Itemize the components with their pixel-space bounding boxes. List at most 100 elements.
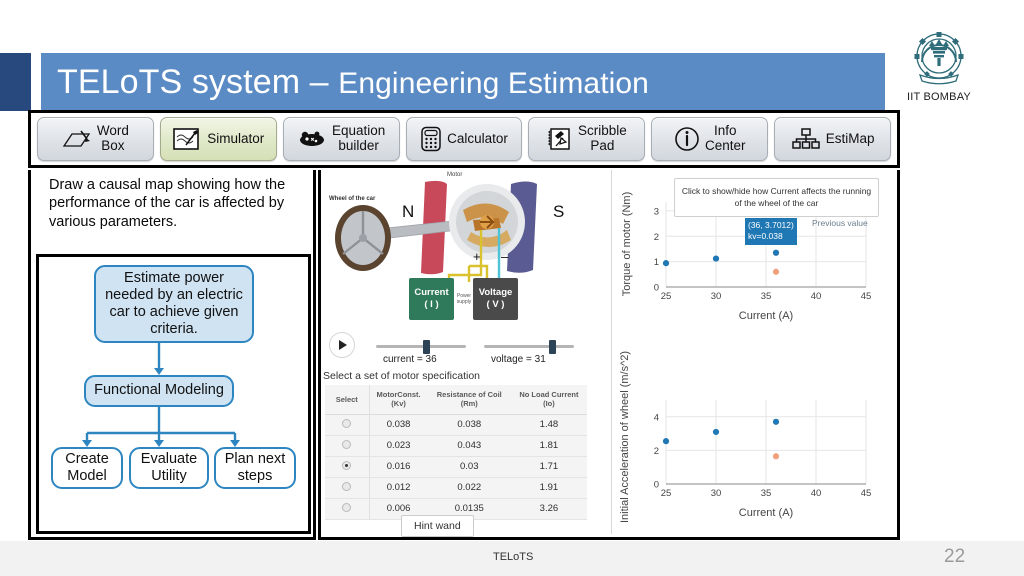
tool-button-calculator[interactable]: Calculator bbox=[405, 117, 523, 161]
tool-button-estimap[interactable]: EstiMap bbox=[774, 117, 892, 161]
tool-button-label: Info Center bbox=[704, 123, 746, 153]
tool-button-scribble-pad[interactable]: Scribble Pad bbox=[528, 117, 646, 161]
row-select-cell[interactable] bbox=[325, 414, 370, 436]
svg-text:Torque of motor (Nm): Torque of motor (Nm) bbox=[621, 192, 633, 297]
svg-text:0: 0 bbox=[654, 480, 659, 491]
svg-text:30: 30 bbox=[711, 291, 722, 302]
row-select-cell[interactable] bbox=[325, 498, 370, 520]
causal-map-canvas[interactable]: Estimate power needed by an electric car… bbox=[36, 254, 311, 534]
row-select-cell[interactable] bbox=[325, 456, 370, 478]
tool-button-label: Simulator bbox=[207, 130, 265, 146]
hint-wand-button[interactable]: Hint wand bbox=[401, 515, 474, 537]
svg-text:45: 45 bbox=[861, 488, 872, 499]
spec-radio[interactable] bbox=[342, 502, 352, 512]
spec-radio[interactable] bbox=[342, 418, 352, 428]
current-slider-track bbox=[376, 345, 466, 348]
cell-rm: 0.043 bbox=[427, 435, 511, 457]
spec-radio[interactable] bbox=[342, 439, 352, 449]
simulator-slider-controls: current = 36 voltage = 31 bbox=[321, 330, 611, 372]
title-bar: TELoTS system – Engineering Estimation bbox=[41, 53, 885, 111]
current-slider-knob[interactable] bbox=[422, 340, 430, 354]
voltage-slider[interactable] bbox=[484, 340, 574, 354]
svg-text:2: 2 bbox=[654, 446, 659, 457]
pole-south-label: S bbox=[553, 202, 565, 221]
cell-kv: 0.012 bbox=[369, 477, 428, 499]
current-source-title: Current bbox=[414, 287, 449, 299]
cell-kv: 0.038 bbox=[369, 414, 428, 436]
current-slider[interactable] bbox=[376, 340, 466, 354]
iit-bombay-emblem-icon bbox=[914, 32, 964, 85]
table-row[interactable]: 0.012 0.022 1.91 bbox=[325, 477, 587, 499]
flow-node-evaluate-utility[interactable]: Evaluate Utility bbox=[129, 447, 209, 489]
tool-button-label: Equation builder bbox=[332, 123, 386, 153]
tool-button-equation-builder[interactable]: Equation builder bbox=[282, 117, 400, 161]
power-supply-label: Power supply bbox=[456, 293, 472, 305]
title-accent-block bbox=[0, 53, 31, 111]
wheel-label: Wheel of the car bbox=[329, 196, 376, 202]
svg-text:4: 4 bbox=[654, 412, 659, 423]
table-row[interactable]: 0.023 0.043 1.81 bbox=[325, 435, 587, 457]
simulator-icon bbox=[173, 128, 200, 150]
svg-text:0: 0 bbox=[654, 283, 659, 294]
acceleration-vs-current-chart: 25 30 35 40 45 0 2 4 Current (A) Initial Accelera… bbox=[619, 351, 872, 523]
page-title: TELoTS system – Engineering Estimation bbox=[41, 63, 649, 102]
calculator-icon bbox=[421, 126, 441, 152]
svg-text:30: 30 bbox=[711, 488, 722, 499]
spec-radio[interactable] bbox=[342, 481, 352, 491]
svg-text:Initial Acceleration of wheel: Initial Acceleration of wheel (m/s^2) bbox=[619, 351, 631, 523]
terminal-plus-label: + bbox=[473, 249, 481, 264]
cell-io: 1.48 bbox=[510, 414, 587, 436]
column-header-resistance: Resistance of Coil (Rm) bbox=[427, 385, 511, 415]
column-header-noload: No Load Current (Io) bbox=[510, 385, 587, 415]
slide: TELoTS system – Engineering Estimation I… bbox=[0, 0, 1024, 576]
voltage-source-unit: ( V ) bbox=[486, 299, 505, 310]
power-supply-group: Current ( I ) Power supply Voltage ( V ) bbox=[321, 278, 611, 330]
svg-text:25: 25 bbox=[661, 291, 672, 302]
tool-button-info-center[interactable]: Info Center bbox=[651, 117, 769, 161]
cell-io: 3.26 bbox=[510, 498, 587, 520]
flow-node-top[interactable]: Estimate power needed by an electric car… bbox=[94, 265, 254, 343]
cell-kv: 0.016 bbox=[369, 456, 428, 478]
cell-io: 1.71 bbox=[510, 456, 587, 478]
column-header-motorconst: MotorConst. (Kv) bbox=[369, 385, 428, 415]
svg-text:Current (A): Current (A) bbox=[739, 507, 793, 519]
voltage-slider-knob[interactable] bbox=[548, 340, 556, 354]
play-button[interactable] bbox=[329, 332, 355, 358]
task-instruction: Draw a causal map showing how the perfor… bbox=[49, 177, 286, 230]
tool-button-label: Calculator bbox=[447, 130, 508, 146]
chart-toggle-callout[interactable]: Click to show/hide how Current affects t… bbox=[674, 178, 879, 217]
tool-button-word-box[interactable]: Word Box bbox=[37, 117, 154, 161]
svg-text:3: 3 bbox=[654, 206, 659, 217]
play-icon bbox=[339, 340, 347, 350]
svg-text:35: 35 bbox=[761, 488, 772, 499]
footer-bar: TELoTS 22 bbox=[0, 541, 1024, 576]
row-select-cell[interactable] bbox=[325, 435, 370, 457]
flow-node-plan-next-steps[interactable]: Plan next steps bbox=[214, 447, 296, 489]
tooltip-previous-value-label: Previous value bbox=[812, 218, 868, 228]
tool-button-simulator[interactable]: Simulator bbox=[159, 117, 277, 161]
tooltip-kv: kv=0.038 bbox=[748, 231, 783, 242]
svg-text:40: 40 bbox=[811, 291, 822, 302]
svg-text:45: 45 bbox=[861, 291, 872, 302]
row-select-cell[interactable] bbox=[325, 477, 370, 499]
spec-radio-selected[interactable] bbox=[342, 460, 352, 470]
equation-builder-icon bbox=[300, 131, 324, 146]
flow-node-create-model[interactable]: Create Model bbox=[51, 447, 123, 489]
table-row[interactable]: 0.038 0.038 1.48 bbox=[325, 414, 587, 436]
column-header-select: Select bbox=[325, 385, 370, 415]
word-box-icon bbox=[62, 130, 91, 147]
tooltip-coordinates: (36, 3.7012) bbox=[748, 220, 794, 230]
cell-io: 1.91 bbox=[510, 477, 587, 499]
chart-point-tooltip: (36, 3.7012) kv=0.038 bbox=[745, 218, 797, 245]
motor-label: Motor bbox=[447, 172, 463, 178]
svg-text:Current (A): Current (A) bbox=[739, 310, 793, 322]
table-row[interactable]: 0.016 0.03 1.71 bbox=[325, 456, 587, 478]
cell-rm: 0.022 bbox=[427, 477, 511, 499]
svg-text:40: 40 bbox=[811, 488, 822, 499]
flow-node-middle[interactable]: Functional Modeling bbox=[84, 375, 234, 407]
voltage-source-box: Voltage ( V ) bbox=[473, 278, 518, 320]
simulator-panel: Motor Wheel of the car N S + – Current (… bbox=[318, 170, 900, 540]
logo-caption: IIT BOMBAY bbox=[907, 91, 971, 103]
page-number: 22 bbox=[944, 546, 966, 567]
tool-button-label: Word Box bbox=[96, 123, 129, 153]
